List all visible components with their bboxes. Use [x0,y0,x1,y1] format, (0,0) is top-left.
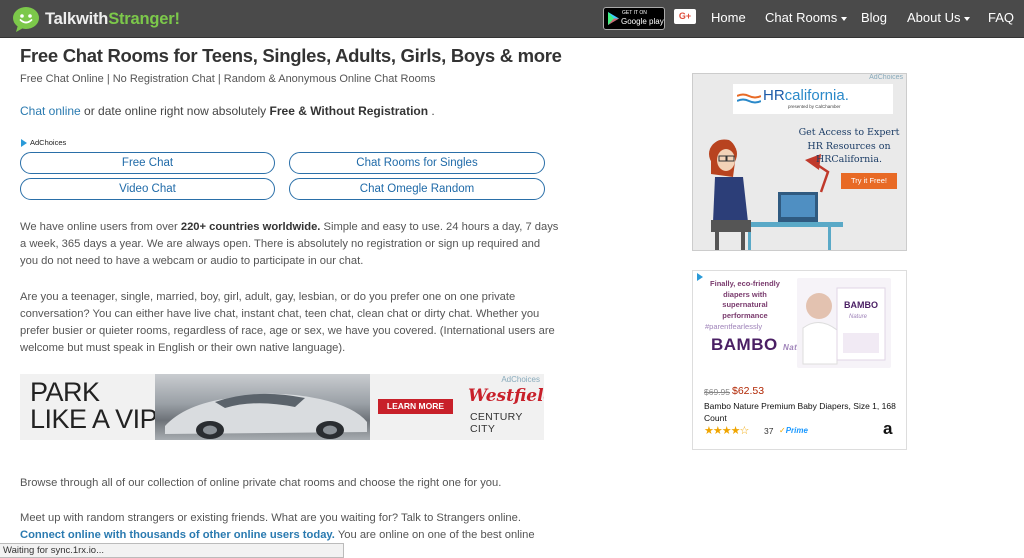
svg-text:BAMBO: BAMBO [844,300,878,310]
chat-omegle-random-button[interactable]: Chat Omegle Random [289,178,545,200]
google-play-text: Google play [621,17,664,26]
brand-name: TalkwithStranger! [45,9,180,28]
century-city-label: CENTURY CITY [470,411,523,435]
page-subtitle: Free Chat Online | No Registration Chat … [20,73,436,85]
page-title: Free Chat Rooms for Teens, Singles, Adul… [20,45,562,66]
bambo-diapers-ad[interactable]: Finally, eco-friendly diapers with super… [692,270,907,450]
adchoices-label[interactable]: AdChoices [21,138,66,147]
nav-about-us-dropdown[interactable]: About Us [907,0,971,38]
hr-ad-body: Get Access to Expert HR Resources on HRC… [798,127,900,165]
google-play-icon [608,12,619,30]
bambo-slogan: Finally, eco-friendly diapers with super… [710,279,780,320]
diaper-product-image: BAMBO Nature [797,278,891,368]
paragraph-audience: Are you a teenager, single, married, boy… [20,291,555,354]
try-it-free-button[interactable]: Try it Free! [841,173,897,189]
top-navbar: TalkwithStranger! GET IT ON Google play … [0,0,1024,38]
brand-logo-link[interactable]: TalkwithStranger! [12,4,180,34]
learn-more-button[interactable]: LEARN MORE [378,399,453,414]
hr-wave-icon [736,92,762,110]
browser-status-bar: Waiting for sync.1rx.io... [0,543,344,558]
amazon-logo-icon: a [883,419,893,438]
adchoices-icon [21,138,27,147]
nav-blog[interactable]: Blog [861,0,887,38]
chat-online-link[interactable]: Chat online [20,104,81,118]
park-like-a-vip-ad[interactable]: PARKLIKE A VIP LEARN MORE Westfield CENT… [20,374,544,440]
chevron-down-icon [964,16,971,21]
hrcalifornia-logo: HRcalifornia. presented by CalChamber [733,84,893,114]
google-plus-button[interactable]: G+ [674,9,696,24]
chevron-down-icon [841,16,848,21]
paragraph-countries: We have online users from over 220+ coun… [20,221,559,267]
free-chat-button[interactable]: Free Chat [20,152,275,174]
google-play-badge[interactable]: GET IT ON Google play [603,7,665,30]
bambo-hashtag: #parentfearlessly [705,322,763,331]
westfield-logo: Westfield [468,386,544,406]
paragraph-meet: Meet up with random strangers or existin… [20,512,535,541]
google-play-small-text: GET IT ON [622,10,647,16]
svg-text:Nature: Nature [849,314,868,320]
hr-adchoices[interactable]: AdChoices [869,74,903,81]
banner-adchoices[interactable]: AdChoices [501,375,540,384]
chat-bubble-logo-icon [12,6,40,32]
video-chat-button[interactable]: Video Chat [20,178,275,200]
chat-rooms-singles-button[interactable]: Chat Rooms for Singles [289,152,545,174]
star-rating-icon: ★★★★☆ [704,425,749,437]
google-plus-icon: G+ [678,11,692,21]
price-sale: $62.53 [732,385,765,397]
connect-online-link[interactable]: Connect online with thousands of other o… [20,529,335,541]
nav-faq[interactable]: FAQ [988,0,1014,38]
intro-text: Chat online or date online right now abs… [20,104,435,118]
hrcalifornia-ad[interactable]: AdChoices HRcalifornia. presented by Cal… [692,73,907,251]
price-original: $69.95 [704,387,730,397]
nav-chat-rooms-dropdown[interactable]: Chat Rooms [765,0,848,38]
car-image [155,374,370,440]
product-name: Bambo Nature Premium Baby Diapers, Size … [704,401,896,423]
prime-badge: ✓Prime [779,426,808,435]
review-count: 37 [764,426,774,436]
paragraph-browse: Browse through all of our collection of … [20,477,502,489]
ad-headline: PARK LIKE A VIP [30,377,158,434]
nav-home[interactable]: Home [711,0,746,38]
